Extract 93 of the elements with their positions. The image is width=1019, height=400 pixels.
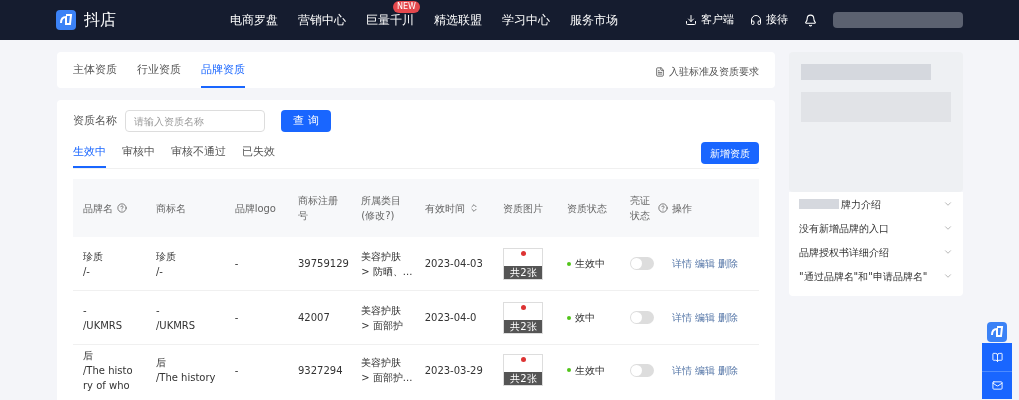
trademark-name: 珍质 /- — [155, 249, 177, 279]
brand-name: 珍质 /- — [83, 249, 104, 279]
column-header: 亮证状态 — [630, 194, 652, 223]
new-badge: NEW — [393, 0, 420, 13]
page-tab[interactable]: 主体资质 — [73, 61, 117, 88]
action-link[interactable]: 编辑 — [695, 256, 716, 271]
message-button[interactable] — [982, 371, 1012, 399]
status-text: 生效中 — [574, 363, 605, 378]
valid-date: 2023-03-29 — [424, 364, 483, 376]
requirements-link[interactable]: 入驻标准及资质要求 — [655, 64, 759, 79]
chevron-down-icon[interactable] — [943, 271, 953, 281]
column-header: 商标名 — [155, 201, 186, 216]
chevron-down-icon[interactable] — [943, 247, 953, 257]
registration-number: 9327294 — [297, 364, 343, 376]
action-link[interactable]: 删除 — [718, 310, 739, 325]
registration-number: 42007 — [297, 312, 330, 323]
certificate-thumbnail[interactable]: 共2张 — [503, 301, 544, 334]
toggle-switch[interactable] — [630, 257, 655, 270]
logo-icon — [56, 10, 76, 30]
status-tab[interactable]: 已失效 — [242, 143, 275, 168]
filter-label: 资质名称 — [73, 112, 117, 129]
logo-cell: - — [234, 312, 239, 323]
headset-icon — [750, 14, 762, 26]
chevron-down-icon[interactable] — [943, 199, 953, 209]
category: 美容护肤 > 面部护 — [361, 303, 404, 333]
help-icon[interactable] — [658, 203, 669, 213]
trademark-name: 后 /The history — [155, 356, 217, 385]
faq-question[interactable]: 牌力介绍 — [841, 196, 881, 212]
certificate-thumbnail[interactable]: 共2张 — [503, 247, 544, 280]
action-link[interactable]: 编辑 — [695, 362, 716, 378]
nav-link[interactable]: 营销中心 — [298, 12, 346, 27]
valid-date: 2023-04-03 — [424, 258, 483, 269]
status-text: 生效中 — [574, 257, 605, 271]
search-field[interactable]: 请输入资质名称 — [125, 110, 265, 132]
action-link[interactable]: 详情 — [672, 362, 693, 378]
action-link[interactable]: 删除 — [718, 256, 739, 271]
action-link[interactable]: 删除 — [718, 362, 739, 378]
reception-link[interactable]: 接待 — [750, 11, 788, 29]
column-header: 有效时间 — [424, 201, 465, 216]
category: 美容护肤 > 面部护... — [361, 356, 414, 385]
help-icon[interactable] — [117, 203, 127, 213]
logo-icon — [987, 322, 1007, 342]
page-tab[interactable]: 行业资质 — [137, 61, 181, 88]
bell-icon[interactable] — [804, 13, 817, 27]
column-header: 商标注册号 — [297, 194, 339, 223]
sort-icon[interactable] — [468, 203, 479, 213]
brand-name: - /UKMRS — [83, 303, 124, 333]
nav-link[interactable]: 巨量千川 — [366, 12, 414, 27]
valid-date: 2023-04-0 — [424, 312, 477, 323]
faq-question[interactable]: 品牌授权书详细介绍 — [799, 244, 889, 260]
action-link[interactable]: 详情 — [672, 310, 693, 325]
faq-question[interactable]: 没有新增品牌的入口 — [799, 220, 889, 236]
logo-cell: - — [234, 364, 239, 376]
logo-text: 抖店 — [84, 9, 116, 31]
action-link[interactable]: 详情 — [672, 256, 693, 271]
column-header: 资质状态 — [566, 201, 607, 216]
nav-link[interactable]: 电商罗盘 — [230, 12, 278, 27]
trademark-name: - /UKMRS — [155, 303, 197, 333]
column-header: 品牌名 — [83, 201, 113, 216]
download-icon — [685, 14, 697, 26]
category: 美容护肤 > 防晒、... — [361, 249, 414, 279]
blurred-text — [799, 199, 839, 209]
status-tab[interactable]: 生效中 — [73, 143, 106, 168]
add-qualification-button[interactable]: 新增资质 — [701, 142, 759, 164]
guide-button[interactable] — [982, 343, 1012, 371]
nav-link[interactable]: 服务市场 — [570, 12, 618, 27]
logo-cell: - — [234, 258, 239, 269]
status-tab[interactable]: 审核中 — [122, 143, 155, 168]
query-button[interactable]: 查 询 — [281, 110, 331, 132]
image-count: 共2张 — [504, 319, 543, 333]
client-link[interactable]: 客户端 — [685, 11, 734, 29]
book-icon — [991, 351, 1003, 363]
registration-number: 39759129 — [297, 258, 349, 269]
image-count: 共2张 — [504, 265, 543, 279]
nav-link[interactable]: 学习中心 — [502, 12, 550, 27]
chevron-down-icon[interactable] — [943, 223, 953, 233]
toggle-switch[interactable] — [630, 363, 655, 377]
mail-icon — [991, 380, 1003, 391]
document-icon — [655, 66, 665, 77]
column-header: 操作 — [672, 201, 693, 216]
column-header: 资质图片 — [503, 201, 544, 216]
faq-question[interactable]: "通过品牌名"和"申请品牌名" — [799, 268, 928, 284]
status-text: 效中 — [574, 311, 595, 325]
column-header: 所属类目(修改?) — [361, 194, 403, 223]
page-tab[interactable]: 品牌资质 — [201, 61, 245, 88]
image-count: 共2张 — [504, 372, 543, 385]
status-tab[interactable]: 审核不通过 — [171, 143, 226, 168]
action-link[interactable]: 编辑 — [695, 310, 716, 325]
toggle-switch[interactable] — [630, 311, 655, 324]
brand-name: 后 /The histo ry of who — [83, 348, 134, 393]
nav-link[interactable]: 精选联盟 — [434, 12, 482, 27]
certificate-thumbnail[interactable]: 共2张 — [503, 354, 544, 386]
column-header: 品牌logo — [234, 201, 276, 216]
